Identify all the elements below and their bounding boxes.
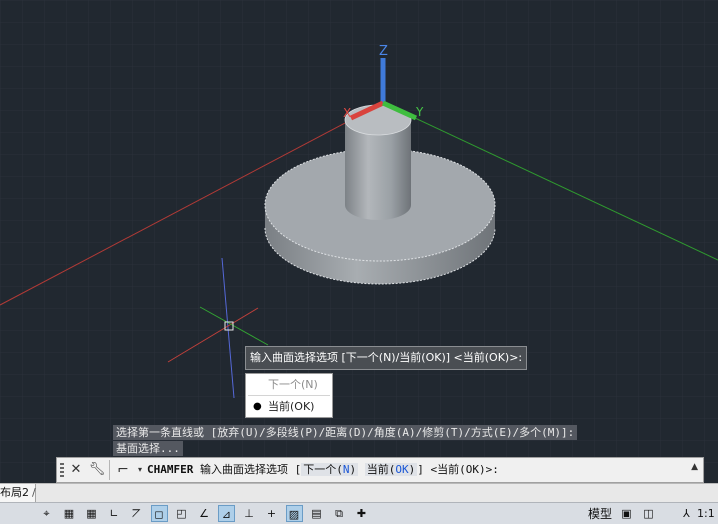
tab-layout2[interactable]: 布局2 [0, 484, 36, 502]
x-axis-label: X [343, 106, 351, 120]
command-default: <当前(OK)>: [430, 463, 499, 476]
option-current-text: 当前( [366, 463, 396, 476]
3d-osnap-button[interactable]: ⊿ [218, 505, 235, 522]
viewport-canvas[interactable]: Z X Y [0, 0, 718, 482]
bullet-icon: ● [253, 401, 262, 412]
cylinder-model[interactable] [344, 104, 412, 220]
close-icon[interactable]: ✕ [67, 461, 85, 479]
layout-tabs: 布局2 / [0, 483, 718, 503]
option-current-close: ) [408, 463, 416, 476]
polar-tracking-button[interactable]: ⦢ [128, 505, 145, 522]
menu-item-current-label: 当前(OK) [268, 400, 315, 413]
history-line: 基面选择... [113, 441, 183, 456]
command-line-bar[interactable]: ✕ 🔧︎ ⌐ ▾ CHAMFER 输入曲面选择选项 [下一个(N) 当前(OK)… [56, 457, 704, 483]
annotation-scale-value[interactable]: 1:1 [697, 505, 715, 523]
chamfer-command-icon: ⌐ [117, 462, 129, 478]
y-axis-label: Y [415, 105, 424, 119]
annotation-monitor-button[interactable]: ✚ [353, 505, 370, 522]
drag-handle-icon[interactable] [60, 463, 64, 477]
command-name: CHAMFER [147, 463, 194, 476]
status-bar: ⌖ ▦ ▦ ∟ ⦢ ◻ ◰ ∠ ⊿ ⊥ + ▨ ▤ ⧉ ✚ 模型 ▣ ◫ ⅄ 1:1 [0, 502, 718, 524]
history-line: 选择第一条直线或 [放弃(U)/多段线(P)/距离(D)/角度(A)/修剪(T)… [113, 425, 578, 440]
option-current[interactable]: 当前(OK) [364, 463, 418, 476]
divider [109, 460, 110, 480]
tab-separator: / [32, 486, 36, 499]
option-next-text: 下一个( [303, 463, 343, 476]
dynamic-input-button[interactable]: + [263, 505, 280, 522]
selection-cycling-button[interactable]: ⧉ [331, 505, 348, 522]
command-input[interactable]: CHAMFER 输入曲面选择选项 [下一个(N) 当前(OK)] <当前(OK)… [147, 458, 499, 482]
bracket-close: ] [417, 463, 424, 476]
menu-item-current[interactable]: ● 当前(OK) [246, 396, 332, 417]
isodraft-button[interactable]: ◻ [150, 505, 168, 522]
history-dropdown-icon[interactable]: ▲ [691, 462, 698, 472]
grid-button[interactable]: ▦ [83, 505, 100, 522]
object-snap-tracking-button[interactable]: ◰ [173, 505, 190, 522]
ortho-mode-button[interactable]: ∟ [106, 505, 123, 522]
lineweight-button[interactable]: ▨ [285, 505, 303, 522]
dynamic-input-prompt: 输入曲面选择选项 [下一个(N)/当前(OK)] <当前(OK)>: [245, 346, 528, 370]
menu-item-next[interactable]: 下一个(N) [246, 374, 332, 395]
snap-mode-button[interactable]: ⌖ [38, 505, 55, 522]
wrench-icon[interactable]: 🔧︎ [88, 461, 106, 479]
drawing-viewport[interactable]: Z X Y [0, 0, 718, 482]
annotation-scale-icon[interactable]: ⅄ [683, 505, 690, 523]
grid-display-button[interactable]: ▦ [61, 505, 78, 522]
object-snap-button[interactable]: ∠ [196, 505, 213, 522]
quick-view-icon[interactable]: ◫ [640, 505, 657, 522]
command-prompt: 输入曲面选择选项 [199, 463, 288, 476]
option-current-key: OK [395, 463, 409, 476]
command-history: 选择第一条直线或 [放弃(U)/多段线(P)/距离(D)/角度(A)/修剪(T)… [113, 425, 578, 457]
z-axis-label: Z [379, 44, 388, 59]
model-space-button[interactable]: 模型 [588, 505, 612, 523]
option-next[interactable]: 下一个(N) [301, 463, 359, 476]
transparency-button[interactable]: ▤ [308, 505, 325, 522]
dynamic-input-menu[interactable]: 下一个(N) ● 当前(OK) [245, 373, 333, 418]
option-next-close: ) [349, 463, 357, 476]
dynamic-ucs-button[interactable]: ⊥ [241, 505, 258, 522]
layout-view-icon[interactable]: ▣ [618, 505, 635, 522]
